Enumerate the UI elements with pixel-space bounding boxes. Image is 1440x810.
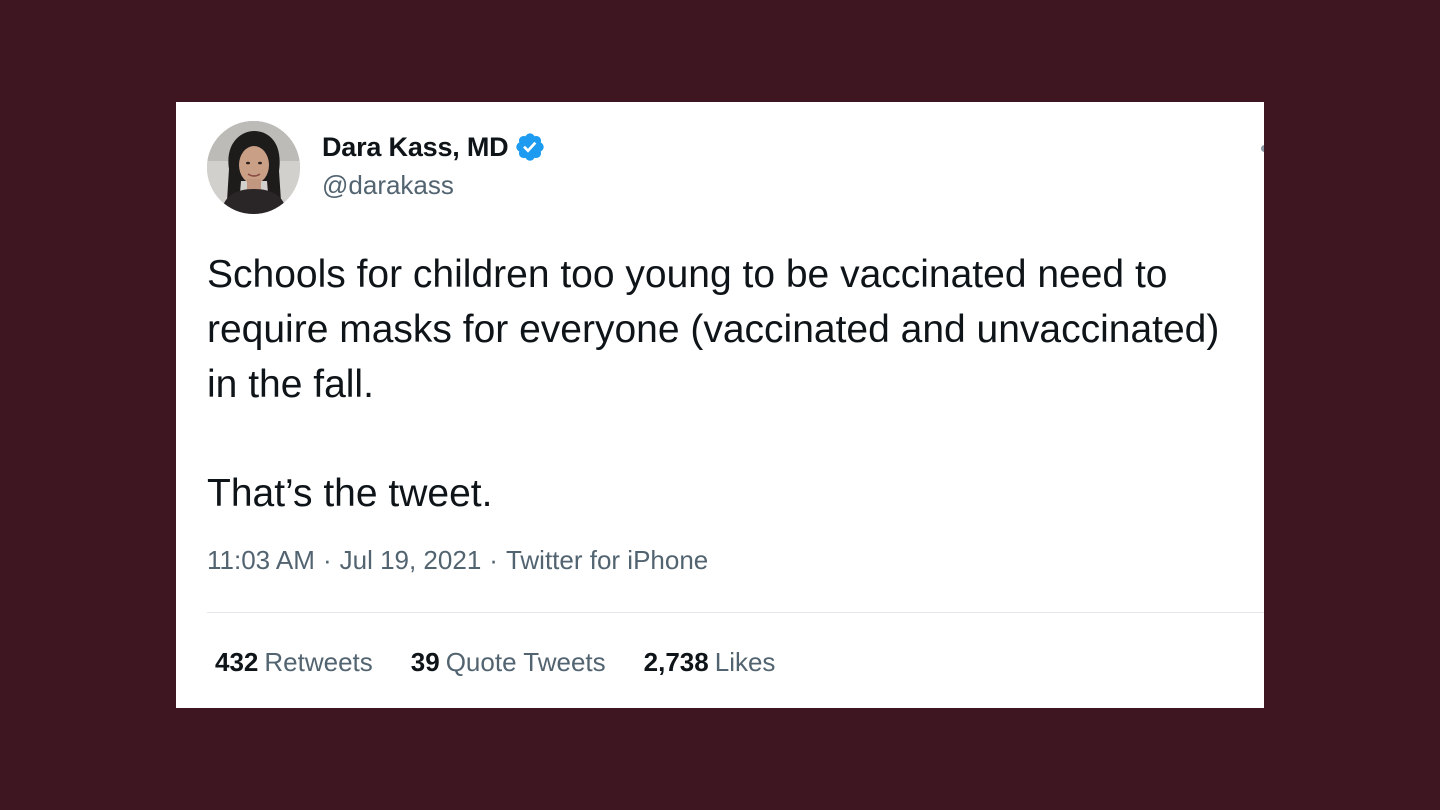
tweet-text: Schools for children too young to be vac… <box>207 247 1257 521</box>
tweet-meta: 11:03 AM · Jul 19, 2021 · Twitter for iPhone <box>207 545 708 576</box>
quote-tweets-stat[interactable]: 39 Quote Tweets <box>411 647 606 678</box>
retweets-count: 432 <box>215 647 259 677</box>
retweets-stat[interactable]: 432 Retweets <box>215 647 373 678</box>
meta-separator: · <box>322 545 332 575</box>
author-name-row: Dara Kass, MD <box>322 129 546 165</box>
tweet-time[interactable]: 11:03 AM <box>207 545 315 575</box>
author-display-name[interactable]: Dara Kass, MD <box>322 132 509 163</box>
avatar[interactable] <box>207 121 300 214</box>
quote-tweets-count: 39 <box>410 647 440 677</box>
likes-label: Likes <box>714 647 776 677</box>
author-handle[interactable]: @darakass <box>322 170 454 201</box>
retweets-label: Retweets <box>264 647 373 677</box>
tweet-stats: 432 Retweets 39 Quote Tweets 2,738 Likes <box>215 647 813 678</box>
meta-separator: · <box>489 545 498 575</box>
likes-stat[interactable]: 2,738 Likes <box>644 647 776 678</box>
tweet-date[interactable]: Jul 19, 2021 <box>340 545 482 575</box>
more-options-icon[interactable] <box>1261 145 1264 152</box>
tweet-source[interactable]: Twitter for iPhone <box>506 545 708 575</box>
quote-tweets-label: Quote Tweets <box>445 647 606 677</box>
verified-badge-icon <box>514 131 546 163</box>
likes-count: 2,738 <box>643 647 709 677</box>
avatar-photo <box>207 121 300 214</box>
tweet-card: Dara Kass, MD @darakass Schools for chil… <box>176 102 1264 708</box>
tweet-paragraph: Schools for children too young to be vac… <box>207 253 1220 406</box>
screen-background: Dara Kass, MD @darakass Schools for chil… <box>0 0 1440 810</box>
tweet-paragraph: That’s the tweet. <box>207 472 493 515</box>
divider <box>207 612 1264 613</box>
